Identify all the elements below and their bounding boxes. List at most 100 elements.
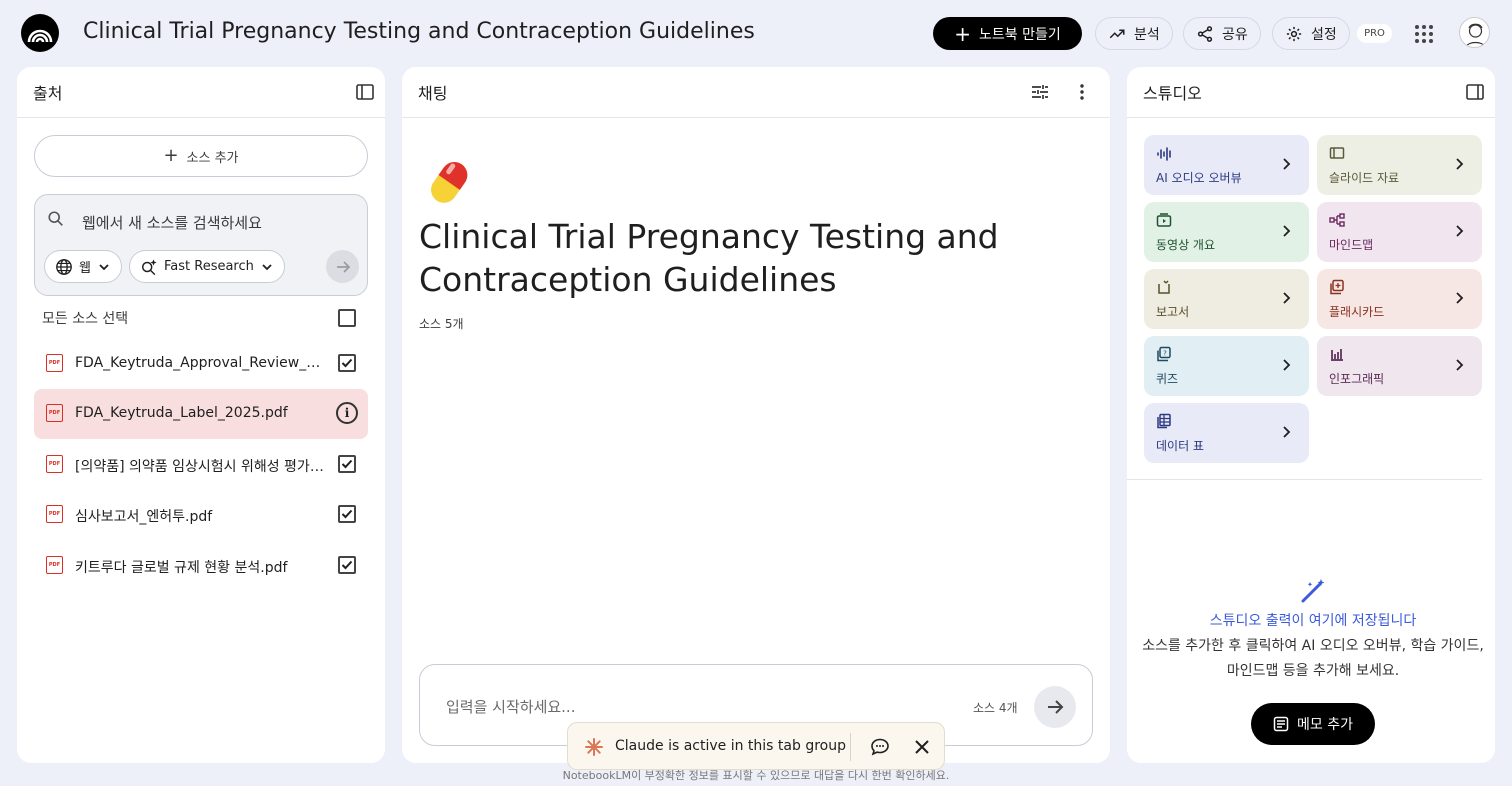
web-source-dropdown[interactable]: 웹	[44, 250, 122, 283]
source-item-active[interactable]: PDF FDA_Keytruda_Label_2025.pdf i	[34, 389, 368, 439]
studio-panel: 스튜디오 AI 오디오 오버뷰 슬라이드 자료동영상 개요 마인드맵보고서 플래시카드…	[1127, 67, 1495, 763]
studio-tile-label: 보고서	[1156, 305, 1190, 319]
source-item[interactable]: PDF FDA_Keytruda_Approval_Review_20...	[34, 339, 368, 389]
pdf-icon: PDF	[46, 556, 63, 574]
studio-tile-label: 플래시카드	[1329, 305, 1385, 319]
tune-settings-icon[interactable]	[1030, 82, 1050, 102]
studio-tile-label: 슬라이드 자료	[1329, 171, 1400, 185]
source-name: [의약품] 의약품 임상시험시 위해성 평가 ...	[75, 459, 327, 475]
settings-button[interactable]: 설정	[1272, 17, 1350, 50]
source-checkbox[interactable]	[338, 455, 356, 473]
check-icon	[341, 509, 353, 519]
pro-badge: PRO	[1357, 24, 1392, 43]
infographic-icon	[1331, 349, 1343, 361]
gear-icon	[1286, 26, 1302, 41]
chat-bubble-icon[interactable]	[870, 737, 890, 757]
send-button[interactable]	[1034, 686, 1076, 728]
source-checkbox[interactable]	[338, 505, 356, 523]
studio-tile-label: 인포그래픽	[1329, 372, 1385, 386]
add-memo-button[interactable]: 메모 추가	[1251, 703, 1375, 745]
source-checkbox[interactable]	[338, 354, 356, 372]
web-chip-label: 웹	[79, 261, 91, 276]
sources-panel: 출처 + 소스 추가 웹에서 새 소스를 검색하세요 웹 Fast Resear…	[17, 67, 385, 763]
share-button[interactable]: 공유	[1183, 17, 1261, 50]
studio-tile-mindmap[interactable]: 마인드맵	[1317, 202, 1482, 262]
chevron-right-icon	[1283, 292, 1291, 304]
note-icon	[1273, 716, 1289, 732]
studio-tile-label: 동영상 개요	[1156, 238, 1216, 252]
source-checkbox[interactable]	[338, 556, 356, 574]
pdf-icon: PDF	[46, 404, 63, 422]
source-item[interactable]: PDF [의약품] 의약품 임상시험시 위해성 평가 ...	[34, 440, 368, 490]
data-table-icon	[1157, 413, 1171, 429]
studio-tile-label: 데이터 표	[1156, 439, 1204, 453]
check-icon	[341, 459, 353, 469]
collapse-panel-icon[interactable]	[1465, 82, 1485, 102]
chevron-right-icon	[1283, 359, 1291, 371]
studio-tile-slides[interactable]: 슬라이드 자료	[1317, 135, 1482, 195]
add-source-button[interactable]: + 소스 추가	[34, 135, 368, 177]
studio-tile-quiz[interactable]: ? 퀴즈	[1144, 336, 1309, 396]
studio-panel-title: 스튜디오	[1143, 84, 1202, 103]
chevron-right-icon	[1456, 158, 1464, 170]
apps-grid-icon[interactable]	[1412, 22, 1436, 46]
search-submit-button[interactable]	[326, 250, 359, 283]
create-notebook-button[interactable]: + 노트북 만들기	[933, 17, 1082, 50]
svg-text:?: ?	[1163, 350, 1167, 358]
report-icon	[1158, 280, 1170, 294]
source-name: FDA_Keytruda_Label_2025.pdf	[75, 405, 288, 421]
studio-tile-label: 퀴즈	[1156, 372, 1179, 386]
arrow-right-icon	[1048, 700, 1064, 714]
close-icon[interactable]	[912, 737, 932, 757]
divider	[850, 733, 851, 761]
chevron-right-icon	[1283, 426, 1291, 438]
collapse-panel-icon[interactable]	[355, 82, 375, 102]
studio-divider	[1127, 479, 1482, 480]
globe-icon	[56, 258, 72, 275]
plus-icon: +	[954, 21, 972, 46]
settings-label: 설정	[1311, 26, 1337, 43]
chat-panel-title: 채팅	[418, 84, 448, 103]
select-all-checkbox[interactable]	[338, 309, 356, 327]
select-all-label: 모든 소스 선택	[42, 311, 129, 327]
studio-tile-data-table[interactable]: 데이터 표	[1144, 403, 1309, 463]
info-icon[interactable]: i	[336, 402, 358, 424]
pill-emoji-icon	[431, 162, 468, 203]
analyze-button[interactable]: 분석	[1095, 17, 1173, 50]
notebooklm-logo-icon[interactable]	[21, 14, 59, 52]
chat-input[interactable]: 입력을 시작하세요...	[446, 696, 575, 717]
analyze-label: 분석	[1134, 26, 1160, 43]
check-icon	[341, 560, 353, 570]
trending-up-icon	[1109, 29, 1125, 38]
notebook-heading: Clinical Trial Pregnancy Testing and Con…	[419, 217, 999, 299]
claude-tab-group-bar: Claude is active in this tab group	[567, 722, 945, 770]
flashcard-icon	[1330, 279, 1344, 295]
chevron-down-icon	[99, 263, 109, 270]
search-input[interactable]: 웹에서 새 소스를 검색하세요	[82, 212, 262, 233]
studio-tile-audio-waveform[interactable]: AI 오디오 오버뷰	[1144, 135, 1309, 195]
studio-tile-video[interactable]: 동영상 개요	[1144, 202, 1309, 262]
magic-wand-icon	[1301, 579, 1325, 603]
chevron-right-icon	[1456, 292, 1464, 304]
pdf-icon: PDF	[46, 505, 63, 523]
source-item[interactable]: PDF 심사보고서_엔허투.pdf	[34, 490, 368, 540]
claude-logo-icon	[585, 738, 603, 756]
more-vert-icon[interactable]	[1072, 82, 1092, 102]
web-search-box: 웹에서 새 소스를 검색하세요 웹 Fast Research	[34, 194, 368, 296]
share-icon	[1197, 25, 1213, 42]
chevron-right-icon	[1456, 359, 1464, 371]
source-item[interactable]: PDF 키트루다 글로벌 규제 현황 분석.pdf	[34, 541, 368, 591]
avatar[interactable]	[1459, 17, 1490, 48]
studio-tile-report[interactable]: 보고서	[1144, 269, 1309, 329]
notebook-title[interactable]: Clinical Trial Pregnancy Testing and Con…	[83, 19, 755, 44]
slides-icon	[1329, 147, 1345, 159]
studio-empty-title: 스튜디오 출력이 여기에 저장됩니다	[1209, 613, 1417, 629]
top-bar: Clinical Trial Pregnancy Testing and Con…	[0, 0, 1512, 67]
studio-tile-label: 마인드맵	[1329, 238, 1374, 252]
research-mode-dropdown[interactable]: Fast Research	[129, 250, 285, 283]
chevron-right-icon	[1456, 225, 1464, 237]
disclaimer-note: NotebookLM이 부정확한 정보를 표시할 수 있으므로 대답을 다시 한…	[562, 769, 950, 782]
studio-tile-flashcard[interactable]: 플래시카드	[1317, 269, 1482, 329]
studio-tile-infographic[interactable]: 인포그래픽	[1317, 336, 1482, 396]
share-label: 공유	[1222, 26, 1248, 43]
